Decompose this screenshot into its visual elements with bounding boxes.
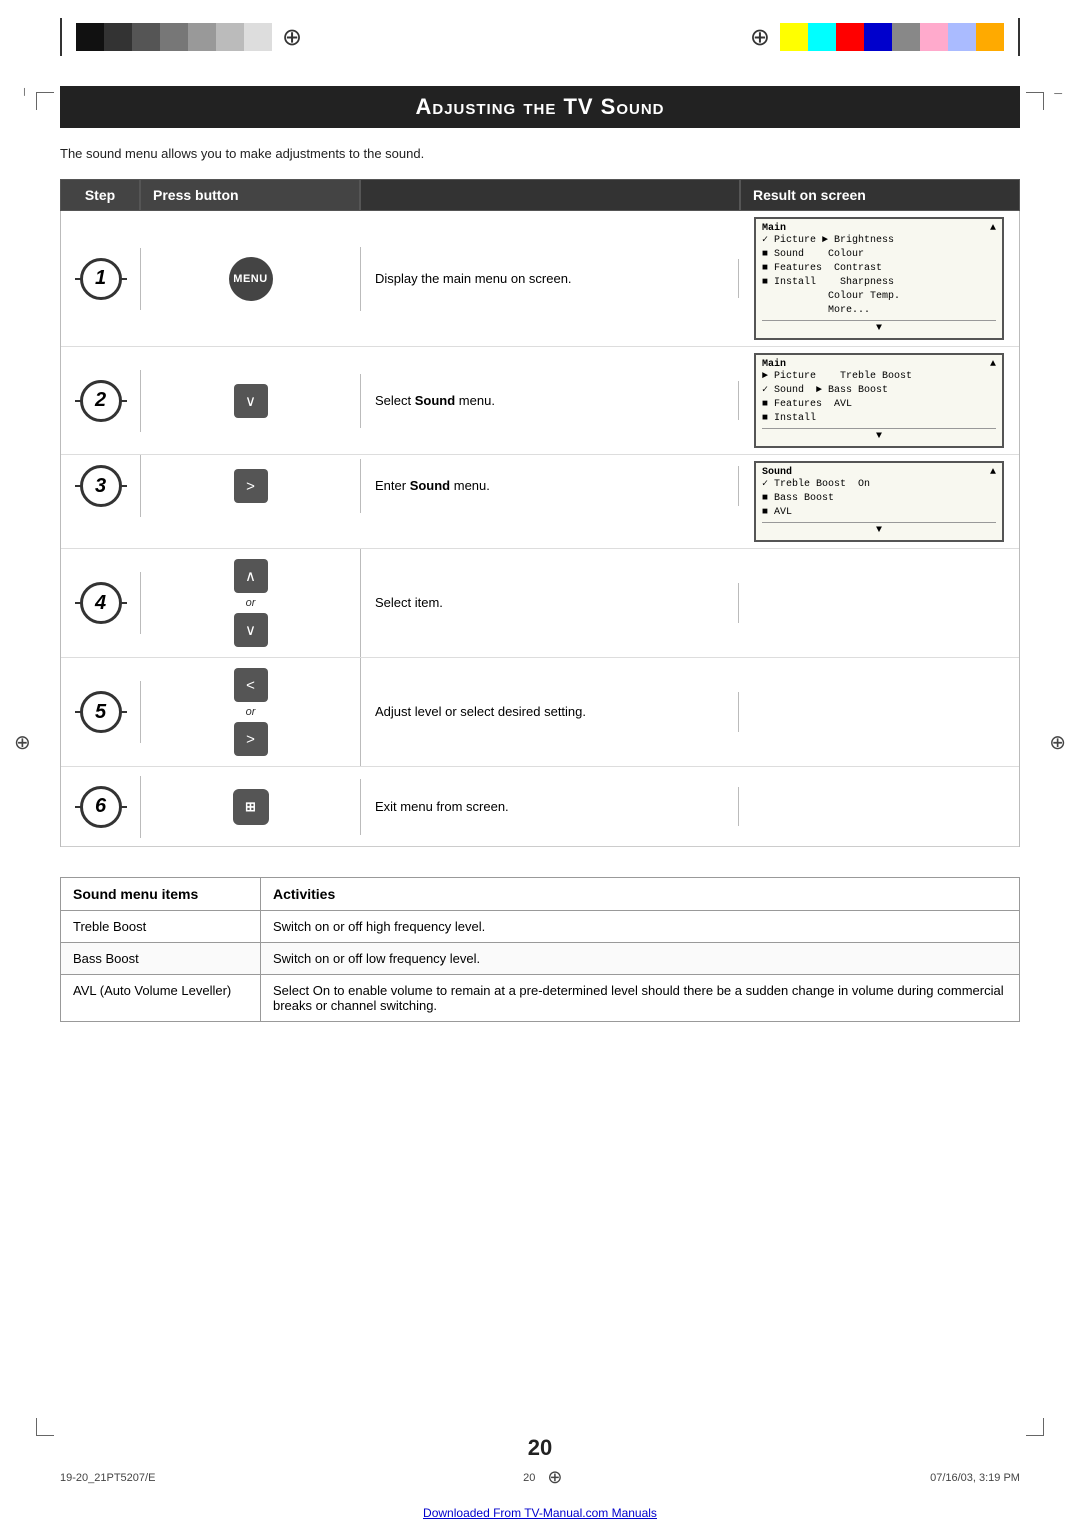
sound-table-header-item: Sound menu items — [61, 878, 261, 911]
description-6: Exit menu from screen. — [361, 787, 739, 827]
download-link[interactable]: Downloaded From TV-Manual.com Manuals — [0, 1506, 1080, 1520]
exit-button[interactable]: ⊞ — [233, 789, 269, 825]
screen-mockup-3: Sound ▲ ✓ Treble Boost On ■ Bass Boost ■… — [754, 461, 1004, 542]
footer: 20 19-20_21PT5207/E 20 ⊕ 07/16/03, 3:19 … — [0, 1435, 1080, 1488]
right-button-5[interactable]: > — [234, 722, 268, 756]
table-row: 2 ∨ Select Sound menu. Main ▲ ► Picture … — [61, 347, 1019, 455]
button-cell-6: ⊞ — [141, 779, 361, 835]
page-number: 20 — [528, 1435, 552, 1461]
page-title: Adjusting the TV Sound — [80, 94, 1000, 120]
header-press: Press button — [140, 179, 360, 211]
menu-button[interactable]: MENU — [229, 257, 273, 301]
step-number-1: 1 — [61, 248, 141, 310]
description-5: Adjust level or select desired setting. — [361, 692, 739, 732]
corner-mark-top-left: ─ — [18, 88, 30, 96]
step-number-5: 5 — [61, 681, 141, 743]
footer-info: 19-20_21PT5207/E 20 ⊕ 07/16/03, 3:19 PM — [0, 1467, 1080, 1488]
table-row: 6 ⊞ Exit menu from screen. — [61, 767, 1019, 847]
table-header: Step Press button Result on screen — [60, 179, 1020, 211]
screen-mockup-1: Main ▲ ✓ Picture► Brightness ■ Sound Col… — [754, 217, 1004, 340]
table-row: Bass Boost Switch on or off low frequenc… — [61, 943, 1020, 975]
up-button[interactable]: ∧ — [234, 559, 268, 593]
table-row: AVL (Auto Volume Leveller) Select On to … — [61, 975, 1020, 1022]
sound-activity-1: Switch on or off high frequency level. — [261, 911, 1020, 943]
header-step: Step — [60, 179, 140, 211]
step-number-6: 6 — [61, 776, 141, 838]
crosshair-right: ⊕ — [750, 23, 770, 52]
corner-line-br — [1026, 1435, 1044, 1436]
corner-mark-top-right: ─ — [1054, 88, 1062, 100]
footer-crosshair: ⊕ — [547, 1467, 562, 1488]
result-cell-2: Main ▲ ► Picture Treble Boost ✓ Sound ► … — [739, 347, 1019, 454]
sound-table-header-activity: Activities — [261, 878, 1020, 911]
steps-table: 1 MENU Display the main menu on screen. … — [60, 211, 1020, 847]
result-cell-5 — [739, 706, 1019, 718]
sound-item-2: Bass Boost — [61, 943, 261, 975]
description-3: Enter Sound menu. — [361, 466, 739, 506]
table-row: 3 > Enter Sound menu. Sound ▲ ✓ Treble B… — [61, 455, 1019, 549]
down-button-4[interactable]: ∨ — [234, 613, 268, 647]
sound-item-1: Treble Boost — [61, 911, 261, 943]
button-cell-4: ∧ or ∨ — [141, 549, 361, 657]
download-anchor[interactable]: Downloaded From TV-Manual.com Manuals — [423, 1506, 657, 1520]
description-2: Select Sound menu. — [361, 381, 739, 421]
page-subtitle: The sound menu allows you to make adjust… — [60, 146, 1020, 161]
corner-line-tr — [1026, 92, 1044, 93]
corner-line-bl — [36, 1435, 54, 1436]
corner-line-tr-v — [1043, 92, 1044, 110]
footer-model: 19-20_21PT5207/E — [60, 1472, 155, 1484]
step-number-3: 3 — [61, 455, 141, 517]
button-cell-1: MENU — [141, 247, 361, 311]
table-row: 1 MENU Display the main menu on screen. … — [61, 211, 1019, 347]
button-cell-5: < or > — [141, 658, 361, 766]
header-result: Result on screen — [740, 179, 1020, 211]
screen-mockup-2: Main ▲ ► Picture Treble Boost ✓ Sound ► … — [754, 353, 1004, 448]
sound-item-3: AVL (Auto Volume Leveller) — [61, 975, 261, 1022]
sound-menu-table: Sound menu items Activities Treble Boost… — [60, 877, 1020, 1022]
result-cell-1: Main ▲ ✓ Picture► Brightness ■ Sound Col… — [739, 211, 1019, 346]
result-cell-6 — [739, 801, 1019, 813]
footer-date: 07/16/03, 3:19 PM — [930, 1472, 1020, 1484]
side-mark-right: ⊕ — [1049, 730, 1066, 755]
left-button[interactable]: < — [234, 668, 268, 702]
page-title-box: Adjusting the TV Sound — [60, 86, 1020, 128]
corner-line-bl-v — [36, 1418, 37, 1436]
description-4: Select item. — [361, 583, 739, 623]
button-cell-2: ∨ — [141, 374, 361, 428]
step-number-2: 2 — [61, 370, 141, 432]
corner-line-tl — [36, 92, 54, 93]
table-row: Treble Boost Switch on or off high frequ… — [61, 911, 1020, 943]
right-button[interactable]: > — [234, 469, 268, 503]
color-bar-left — [76, 23, 272, 51]
sound-activity-2: Switch on or off low frequency level. — [261, 943, 1020, 975]
color-bar-right — [780, 23, 1004, 51]
button-cell-3: > — [141, 459, 361, 513]
side-mark-left: ⊕ — [14, 730, 31, 755]
result-cell-3: Sound ▲ ✓ Treble Boost On ■ Bass Boost ■… — [739, 455, 1019, 548]
down-button[interactable]: ∨ — [234, 384, 268, 418]
header-description — [360, 179, 740, 211]
table-row: 5 < or > Adjust level or select desired … — [61, 658, 1019, 767]
table-row: 4 ∧ or ∨ Select item. — [61, 549, 1019, 658]
corner-line-br-v — [1043, 1418, 1044, 1436]
step-number-4: 4 — [61, 572, 141, 634]
description-1: Display the main menu on screen. — [361, 259, 739, 299]
sound-activity-3: Select On to enable volume to remain at … — [261, 975, 1020, 1022]
crosshair-left: ⊕ — [282, 23, 302, 52]
footer-page: 20 — [523, 1472, 535, 1484]
corner-line-tl-v — [36, 92, 37, 110]
